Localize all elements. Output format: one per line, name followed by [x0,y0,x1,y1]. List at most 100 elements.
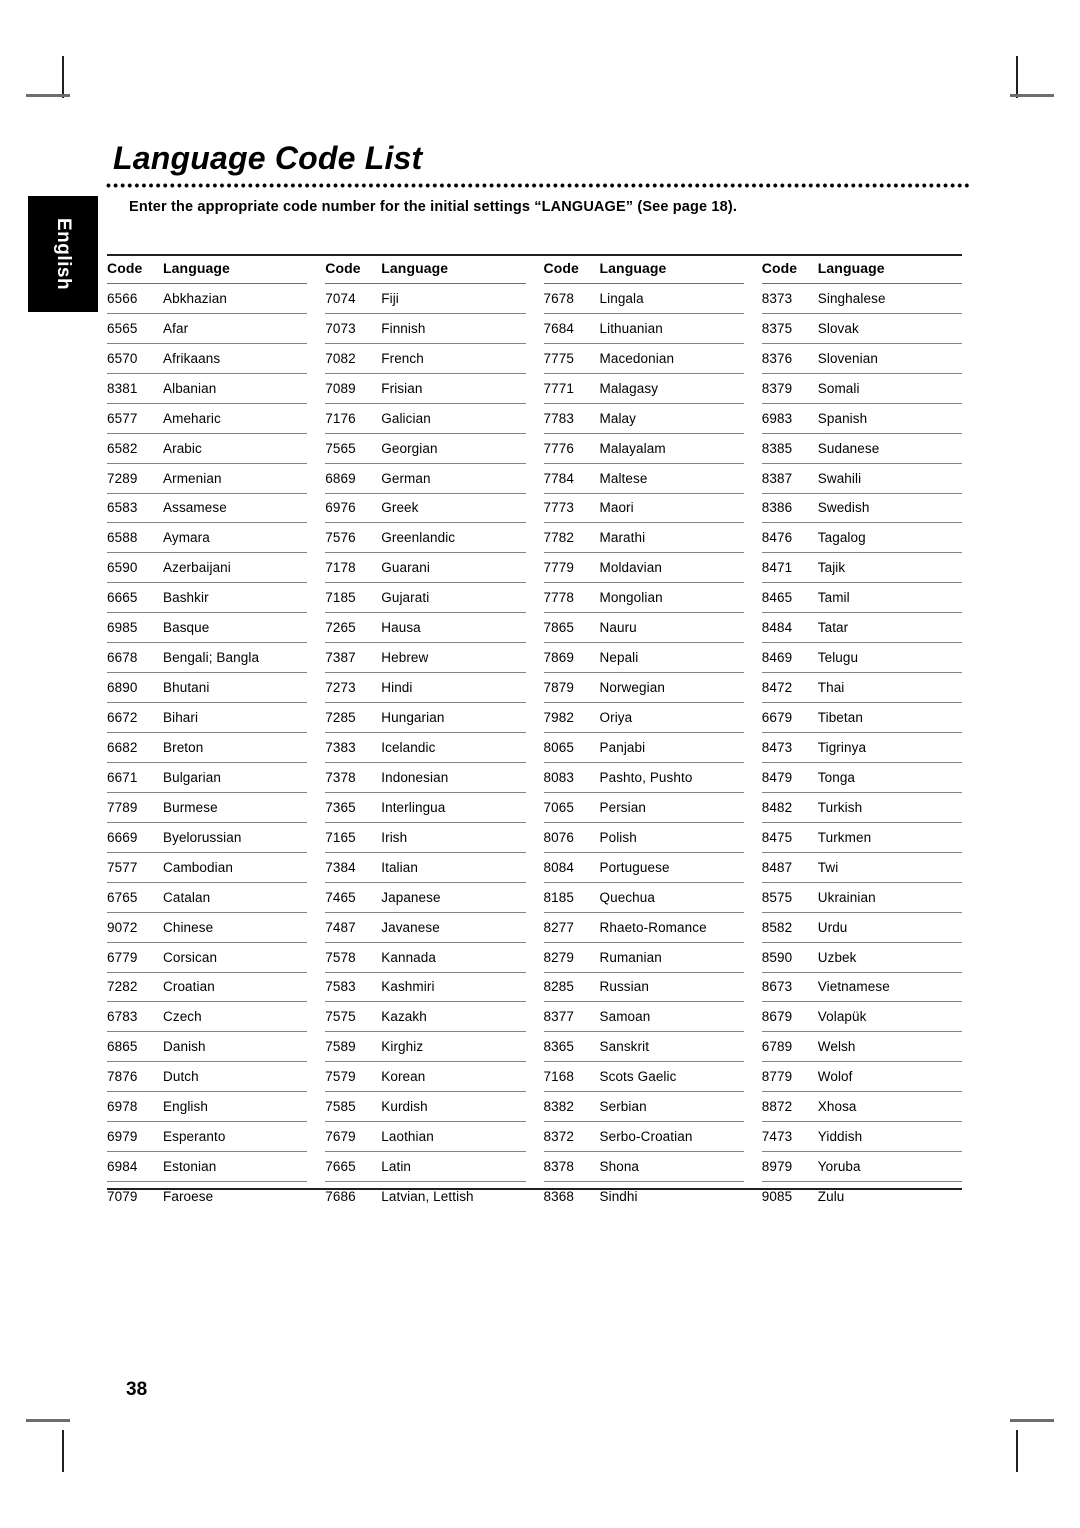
table-row: 8387 Swahili [761,464,962,494]
cell-language: Interlingua [381,799,446,815]
cell-language: Polish [599,829,637,845]
table-row: 6765 Catalan [107,883,308,913]
table-header-row: Code Language [107,254,308,284]
cell-language: Turkmen [817,829,872,845]
cell-code: 8779 [761,1069,793,1085]
cell-language: Singhalese [817,290,886,306]
cell-language: Nepali [599,650,639,666]
cell-code: 6869 [325,470,356,486]
cell-code: 7771 [543,380,574,396]
cell-language: Portuguese [599,859,670,875]
table-header-row: Code Language [325,254,526,284]
crop-mark-bottom-right-horizontal [1010,1419,1054,1422]
cell-language: Tigrinya [817,739,867,755]
cell-language: Vietnamese [817,979,890,995]
table-row: 8471 Tajik [761,553,962,584]
table-row: 7082 French [325,344,526,374]
table-row: 7065 Persian [543,793,744,823]
table-row: 7778 Mongolian [543,583,744,614]
language-side-tab: English [28,196,98,312]
table-row: 7473 Yiddish [761,1122,962,1153]
table-row: 7165 Irish [325,823,526,853]
cell-language: Greek [381,500,419,516]
table-row: 9085 Zulu [762,1182,962,1211]
cell-code: 6583 [107,500,138,516]
language-side-tab-label: English [53,217,74,291]
column-header-code: Code [543,260,579,277]
cell-code: 9085 [761,1189,793,1205]
cell-language: Kirghiz [381,1039,424,1055]
cell-language: Malayalam [599,440,666,456]
table-row: 8372 Serbo-Croatian [543,1122,744,1153]
cell-language: Byelorussian [163,829,242,845]
table-row: 6976 Greek [325,494,526,524]
cell-code: 7384 [325,859,356,875]
cell-code: 7487 [325,919,356,935]
table-row: 8382 Serbian [543,1092,744,1123]
cell-language: Tagalog [817,530,866,546]
table-row: 7776 Malayalam [543,434,744,464]
table-row: 8065 Panjabi [543,733,744,763]
cell-code: 8575 [761,889,793,905]
cell-language: Somali [817,380,860,396]
cell-code: 8377 [543,1009,574,1025]
cell-code: 7778 [543,590,574,606]
table-row: 7879 Norwegian [543,673,744,704]
cell-code: 7383 [325,739,356,755]
cell-code: 6865 [107,1039,138,1055]
cell-language: Shona [599,1159,640,1175]
cell-language: Estonian [163,1159,217,1175]
table-row: 6984 Estonian [107,1152,308,1183]
cell-language: Persian [599,799,646,815]
table-row: 6566 Abkhazian [107,284,308,314]
table-row: 8378 Shona [543,1152,744,1183]
cell-code: 8465 [761,590,793,606]
cell-code: 7089 [325,380,356,396]
table-row: 8872 Xhosa [761,1092,962,1123]
table-row: 8376 Slovenian [761,344,962,374]
cell-language: Quechua [599,889,655,905]
language-code-table: Code Language 6566 Abkhazian 6565 Afar 6570 Afr… [107,254,962,1211]
cell-code: 7165 [325,829,356,845]
cell-language: Finnish [381,320,426,336]
cell-language: Serbian [599,1099,647,1115]
cell-code: 7285 [325,710,356,726]
table-row: 7074 Fiji [325,284,526,314]
cell-language: Icelandic [381,739,436,755]
cell-code: 6582 [107,440,138,456]
cell-language: Georgian [381,440,438,456]
cell-code: 6890 [107,680,138,696]
table-row: 8779 Wolof [761,1062,962,1093]
table-row: 7383 Icelandic [325,733,526,763]
table-row: 8285 Russian [543,973,744,1003]
cell-language: Samoan [599,1009,651,1025]
cell-language: Bhutani [163,680,210,696]
table-row: 7176 Galician [325,404,526,434]
cell-code: 8372 [543,1129,574,1145]
cell-language: Latvian, Lettish [381,1189,474,1205]
cell-code: 6978 [107,1099,138,1115]
cell-language: Hebrew [381,650,429,666]
cell-language: Rhaeto-Romance [599,919,707,935]
cell-code: 8472 [761,680,793,696]
cell-language: Armenian [163,470,222,486]
table-row: 8582 Urdu [761,913,962,943]
table-columns: Code Language 6566 Abkhazian 6565 Afar 6570 Afr… [107,254,962,1211]
cell-code: 7282 [107,979,138,995]
cell-code: 7585 [325,1099,356,1115]
cell-language: Moldavian [599,560,662,576]
column-header-code: Code [761,260,798,277]
column-header-code: Code [325,260,361,277]
cell-language: Wolof [817,1069,853,1085]
cell-code: 8084 [543,859,574,875]
table-row: 8185 Quechua [543,883,744,913]
crop-mark-bottom-right-vertical [1016,1430,1018,1472]
cell-code: 8083 [543,769,574,785]
table-row: 6789 Welsh [761,1032,962,1063]
table-row: 7265 Hausa [325,613,526,644]
table-row: 8473 Tigrinya [761,733,962,763]
cell-code: 6985 [107,620,138,636]
cell-code: 6671 [107,769,138,785]
cell-code: 8484 [761,620,793,636]
table-row: 7289 Armenian [107,464,308,494]
